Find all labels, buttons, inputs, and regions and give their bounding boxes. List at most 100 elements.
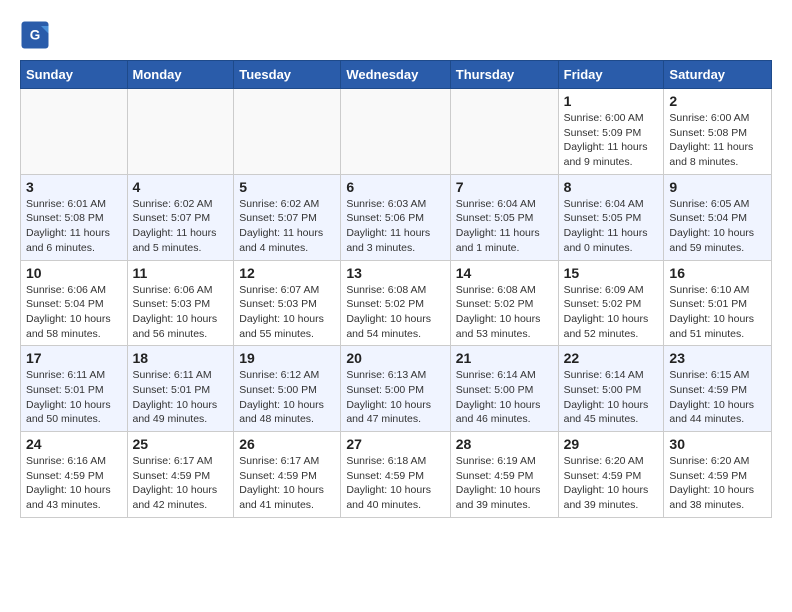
day-number: 3 <box>26 179 122 195</box>
calendar-cell: 30 Sunrise: 6:20 AM Sunset: 4:59 PM Dayli… <box>664 432 772 518</box>
day-info: Sunrise: 6:15 AM Sunset: 4:59 PM Dayligh… <box>669 368 766 427</box>
day-number: 9 <box>669 179 766 195</box>
calendar-week-row: 1 Sunrise: 6:00 AM Sunset: 5:09 PM Daylig… <box>21 89 772 175</box>
day-info: Sunrise: 6:00 AM Sunset: 5:09 PM Dayligh… <box>564 111 659 170</box>
weekday-header: Monday <box>127 61 234 89</box>
day-info: Sunrise: 6:11 AM Sunset: 5:01 PM Dayligh… <box>26 368 122 427</box>
day-info: Sunrise: 6:06 AM Sunset: 5:04 PM Dayligh… <box>26 283 122 342</box>
calendar-cell: 20Sunrise: 6:13 AM Sunset: 5:00 PM Dayli… <box>341 346 450 432</box>
day-number: 26 <box>239 436 335 452</box>
day-number: 22 <box>564 350 659 366</box>
calendar-cell: 7 Sunrise: 6:04 AM Sunset: 5:05 PM Daylig… <box>450 174 558 260</box>
day-number: 1 <box>564 93 659 109</box>
calendar-cell: 11Sunrise: 6:06 AM Sunset: 5:03 PM Dayli… <box>127 260 234 346</box>
day-number: 4 <box>133 179 229 195</box>
calendar-cell: 29 Sunrise: 6:20 AM Sunset: 4:59 PM Dayli… <box>558 432 664 518</box>
calendar-week-row: 10 Sunrise: 6:06 AM Sunset: 5:04 PM Dayli… <box>21 260 772 346</box>
day-info: Sunrise: 6:08 AM Sunset: 5:02 PM Dayligh… <box>456 283 553 342</box>
calendar-cell <box>450 89 558 175</box>
day-number: 19 <box>239 350 335 366</box>
day-info: Sunrise: 6:14 AM Sunset: 5:00 PM Dayligh… <box>564 368 659 427</box>
day-info: Sunrise: 6:11 AM Sunset: 5:01 PM Dayligh… <box>133 368 229 427</box>
calendar-cell: 16Sunrise: 6:10 AM Sunset: 5:01 PM Dayli… <box>664 260 772 346</box>
day-info: Sunrise: 6:02 AM Sunset: 5:07 PM Dayligh… <box>133 197 229 256</box>
day-number: 28 <box>456 436 553 452</box>
calendar-cell: 2Sunrise: 6:00 AM Sunset: 5:08 PM Daylig… <box>664 89 772 175</box>
day-info: Sunrise: 6:12 AM Sunset: 5:00 PM Dayligh… <box>239 368 335 427</box>
calendar-cell: 23 Sunrise: 6:15 AM Sunset: 4:59 PM Dayli… <box>664 346 772 432</box>
calendar-cell <box>21 89 128 175</box>
day-number: 6 <box>346 179 444 195</box>
calendar-week-row: 3 Sunrise: 6:01 AM Sunset: 5:08 PM Daylig… <box>21 174 772 260</box>
calendar-cell: 15 Sunrise: 6:09 AM Sunset: 5:02 PM Dayli… <box>558 260 664 346</box>
weekday-header: Wednesday <box>341 61 450 89</box>
day-number: 24 <box>26 436 122 452</box>
day-number: 30 <box>669 436 766 452</box>
weekday-header: Friday <box>558 61 664 89</box>
day-number: 10 <box>26 265 122 281</box>
day-number: 14 <box>456 265 553 281</box>
calendar-cell: 5Sunrise: 6:02 AM Sunset: 5:07 PM Daylig… <box>234 174 341 260</box>
day-number: 15 <box>564 265 659 281</box>
calendar-cell: 14 Sunrise: 6:08 AM Sunset: 5:02 PM Dayli… <box>450 260 558 346</box>
calendar-cell: 9 Sunrise: 6:05 AM Sunset: 5:04 PM Daylig… <box>664 174 772 260</box>
calendar-cell: 3 Sunrise: 6:01 AM Sunset: 5:08 PM Daylig… <box>21 174 128 260</box>
calendar-cell <box>341 89 450 175</box>
calendar-cell: 22 Sunrise: 6:14 AM Sunset: 5:00 PM Dayli… <box>558 346 664 432</box>
day-info: Sunrise: 6:00 AM Sunset: 5:08 PM Dayligh… <box>669 111 766 170</box>
svg-text:G: G <box>30 28 41 43</box>
weekday-header: Thursday <box>450 61 558 89</box>
calendar-cell: 10 Sunrise: 6:06 AM Sunset: 5:04 PM Dayli… <box>21 260 128 346</box>
day-number: 11 <box>133 265 229 281</box>
calendar-cell: 24 Sunrise: 6:16 AM Sunset: 4:59 PM Dayli… <box>21 432 128 518</box>
day-number: 20 <box>346 350 444 366</box>
calendar-cell: 18 Sunrise: 6:11 AM Sunset: 5:01 PM Dayli… <box>127 346 234 432</box>
day-number: 27 <box>346 436 444 452</box>
calendar-cell: 25Sunrise: 6:17 AM Sunset: 4:59 PM Dayli… <box>127 432 234 518</box>
day-number: 12 <box>239 265 335 281</box>
calendar-cell: 4 Sunrise: 6:02 AM Sunset: 5:07 PM Daylig… <box>127 174 234 260</box>
calendar-cell: 17 Sunrise: 6:11 AM Sunset: 5:01 PM Dayli… <box>21 346 128 432</box>
day-number: 21 <box>456 350 553 366</box>
calendar-cell <box>127 89 234 175</box>
page-header: G <box>20 20 772 50</box>
day-info: Sunrise: 6:02 AM Sunset: 5:07 PM Dayligh… <box>239 197 335 256</box>
calendar-cell: 12 Sunrise: 6:07 AM Sunset: 5:03 PM Dayli… <box>234 260 341 346</box>
calendar-cell: 6Sunrise: 6:03 AM Sunset: 5:06 PM Daylig… <box>341 174 450 260</box>
day-info: Sunrise: 6:10 AM Sunset: 5:01 PM Dayligh… <box>669 283 766 342</box>
day-info: Sunrise: 6:04 AM Sunset: 5:05 PM Dayligh… <box>456 197 553 256</box>
day-info: Sunrise: 6:20 AM Sunset: 4:59 PM Dayligh… <box>669 454 766 513</box>
day-info: Sunrise: 6:07 AM Sunset: 5:03 PM Dayligh… <box>239 283 335 342</box>
day-info: Sunrise: 6:09 AM Sunset: 5:02 PM Dayligh… <box>564 283 659 342</box>
day-info: Sunrise: 6:20 AM Sunset: 4:59 PM Dayligh… <box>564 454 659 513</box>
day-number: 23 <box>669 350 766 366</box>
calendar-week-row: 24 Sunrise: 6:16 AM Sunset: 4:59 PM Dayli… <box>21 432 772 518</box>
day-number: 25 <box>133 436 229 452</box>
day-info: Sunrise: 6:01 AM Sunset: 5:08 PM Dayligh… <box>26 197 122 256</box>
day-number: 17 <box>26 350 122 366</box>
logo: G <box>20 20 54 50</box>
calendar-cell <box>234 89 341 175</box>
day-number: 8 <box>564 179 659 195</box>
calendar-header-row: SundayMondayTuesdayWednesdayThursdayFrid… <box>21 61 772 89</box>
weekday-header: Sunday <box>21 61 128 89</box>
day-info: Sunrise: 6:05 AM Sunset: 5:04 PM Dayligh… <box>669 197 766 256</box>
weekday-header: Tuesday <box>234 61 341 89</box>
calendar-week-row: 17 Sunrise: 6:11 AM Sunset: 5:01 PM Dayli… <box>21 346 772 432</box>
day-info: Sunrise: 6:04 AM Sunset: 5:05 PM Dayligh… <box>564 197 659 256</box>
day-number: 13 <box>346 265 444 281</box>
day-info: Sunrise: 6:14 AM Sunset: 5:00 PM Dayligh… <box>456 368 553 427</box>
day-number: 29 <box>564 436 659 452</box>
day-info: Sunrise: 6:19 AM Sunset: 4:59 PM Dayligh… <box>456 454 553 513</box>
weekday-header: Saturday <box>664 61 772 89</box>
day-info: Sunrise: 6:17 AM Sunset: 4:59 PM Dayligh… <box>239 454 335 513</box>
calendar-cell: 28 Sunrise: 6:19 AM Sunset: 4:59 PM Dayli… <box>450 432 558 518</box>
day-number: 7 <box>456 179 553 195</box>
calendar-cell: 13 Sunrise: 6:08 AM Sunset: 5:02 PM Dayli… <box>341 260 450 346</box>
day-number: 18 <box>133 350 229 366</box>
calendar-cell: 27 Sunrise: 6:18 AM Sunset: 4:59 PM Dayli… <box>341 432 450 518</box>
calendar-cell: 1 Sunrise: 6:00 AM Sunset: 5:09 PM Daylig… <box>558 89 664 175</box>
day-info: Sunrise: 6:16 AM Sunset: 4:59 PM Dayligh… <box>26 454 122 513</box>
day-info: Sunrise: 6:18 AM Sunset: 4:59 PM Dayligh… <box>346 454 444 513</box>
day-info: Sunrise: 6:08 AM Sunset: 5:02 PM Dayligh… <box>346 283 444 342</box>
